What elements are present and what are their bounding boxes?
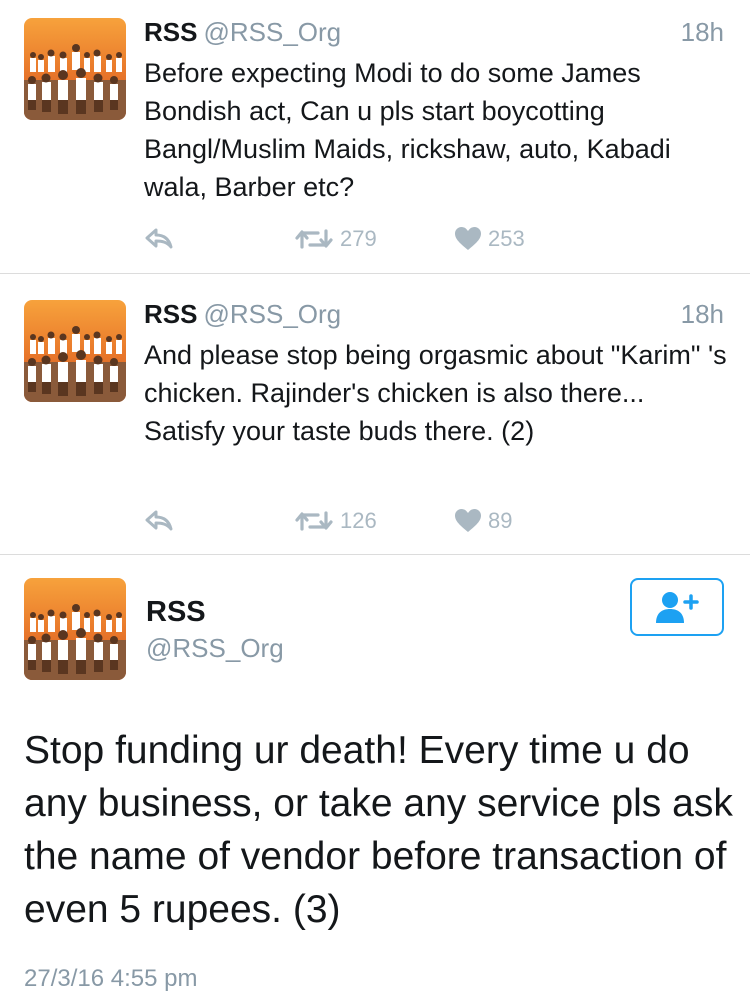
avatar[interactable] [24,18,126,120]
retweet-count: 279 [340,226,377,251]
heart-icon [455,509,481,532]
tweet-timestamp: 27/3/16 4:55 pm [24,965,198,992]
tweet-text: Stop funding ur death! Every time u do a… [24,729,733,931]
avatar[interactable] [24,578,126,680]
heart-icon [455,227,481,250]
reply-button[interactable] [144,224,174,254]
retweet-icon [295,229,333,249]
tweet-1[interactable]: RSS @RSS_Org 18h Before expecting Modi to… [0,0,750,274]
add-user-icon [656,592,699,623]
retweet-count: 126 [340,508,377,533]
retweet-button[interactable]: 279 [294,224,377,254]
reply-icon [145,228,173,249]
tweet-actions: 126 89 [144,506,624,536]
follow-button[interactable] [630,578,724,636]
tweet-text: Before expecting Modi to do some James B… [144,58,671,202]
reply-icon [145,510,173,531]
tweet-header: RSS @RSS_Org 18h [144,14,724,50]
retweet-icon [295,511,333,531]
tweet-text: And please stop being orgasmic about "Ka… [144,340,727,446]
like-count: 253 [488,226,525,251]
author-name[interactable]: RSS [146,594,206,630]
tweet-2[interactable]: RSS @RSS_Org 18h And please stop being or… [0,282,750,555]
like-button[interactable]: 89 [454,506,512,536]
author-handle[interactable]: @RSS_Org [203,299,341,329]
tweet-time: 18h [680,17,724,47]
like-button[interactable]: 253 [454,224,525,254]
author-name[interactable]: RSS [144,299,197,329]
author-handle[interactable]: @RSS_Org [146,630,284,666]
retweet-button[interactable]: 126 [294,506,377,536]
tweet-time: 18h [680,299,724,329]
tweet-header: RSS @RSS_Org 18h [144,296,724,332]
author-handle[interactable]: @RSS_Org [203,17,341,47]
author-name[interactable]: RSS [144,17,197,47]
tweet-actions: 279 253 [144,224,624,254]
main-tweet: RSS @RSS_Org Stop funding ur death! Ever… [0,556,750,1005]
like-count: 89 [488,508,513,533]
avatar[interactable] [24,300,126,402]
reply-button[interactable] [144,506,174,536]
